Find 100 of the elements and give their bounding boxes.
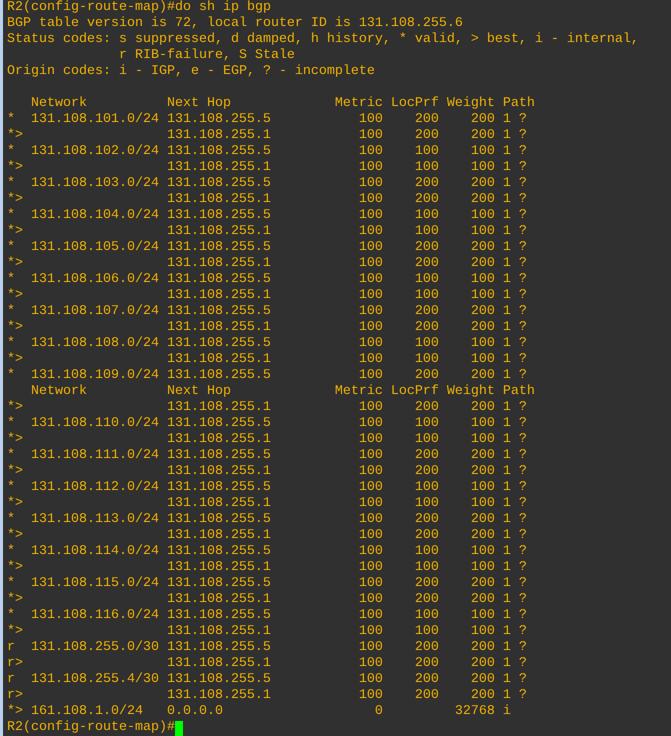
table-cell: 100 [358,496,383,512]
table-cell: 200 [470,656,495,672]
table-cell: 200 [470,672,495,688]
table-cell: 131.108.255.1 [166,528,271,544]
table-cell: 1 ? [502,480,527,496]
table-cell: 131.108.255.5 [166,416,271,432]
table-cell: 100 [470,496,495,512]
table-cell: 131.108.255.5 [166,448,271,464]
output-line: R2(config-route-map)#do sh ip bgp [7,0,271,16]
table-cell: 131.108.108.0/24 [30,336,159,352]
table-cell: 1 ? [502,240,527,256]
table-cell: 100 [414,480,439,496]
table-cell: *> [7,256,23,272]
table-cell: 100 [358,368,383,384]
table-cell: 131.108.105.0/24 [30,240,159,256]
table-cell: 200 [414,176,439,192]
table-cell: *> [7,560,23,576]
column-header: Path [502,384,535,400]
table-cell: 1 ? [502,496,527,512]
table-cell: 1 ? [502,288,527,304]
table-cell: 100 [414,272,439,288]
table-cell: 131.108.255.5 [166,240,271,256]
table-cell: 100 [358,208,383,224]
table-cell: 200 [414,240,439,256]
table-cell: 100 [358,416,383,432]
table-cell: 1 ? [502,656,527,672]
table-cell: 200 [470,512,495,528]
table-cell: 200 [414,528,439,544]
table-cell: r [7,672,15,688]
table-cell: 131.108.255.5 [166,608,271,624]
table-cell: 1 ? [502,576,527,592]
table-cell: 100 [358,464,383,480]
table-cell: *> [7,128,23,144]
table-cell: *> [7,624,23,640]
table-cell: 131.108.104.0/24 [30,208,159,224]
table-cell: 100 [414,224,439,240]
table-cell: 131.108.107.0/24 [30,304,159,320]
table-cell: 131.108.255.5 [166,544,271,560]
table-cell: 131.108.102.0/24 [30,144,159,160]
table-cell: 200 [470,112,495,128]
table-cell: 100 [414,208,439,224]
table-cell: 200 [470,400,495,416]
table-cell: 1 ? [502,128,527,144]
table-cell: 1 ? [502,512,527,528]
table-cell: * [7,240,15,256]
table-cell: 1 ? [502,336,527,352]
table-cell: 131.108.255.5 [166,272,271,288]
table-cell: 131.108.255.1 [166,496,271,512]
table-cell: 200 [414,448,439,464]
table-cell: 100 [470,624,495,640]
table-cell: 100 [358,288,383,304]
table-cell: 200 [470,192,495,208]
table-cell: 200 [414,672,439,688]
table-cell: 100 [358,624,383,640]
table-cell: 200 [470,320,495,336]
table-cell: *> [7,160,23,176]
table-cell: 100 [470,608,495,624]
table-cell: 131.108.255.5 [166,144,271,160]
table-cell: 1 ? [502,144,527,160]
table-cell: *> [7,592,23,608]
table-cell: 100 [358,320,383,336]
table-cell: *> [7,704,23,720]
table-cell: 1 ? [502,592,527,608]
table-cell: 131.108.255.1 [166,688,271,704]
table-cell: 131.108.255.5 [166,640,271,656]
table-cell: 100 [358,128,383,144]
table-cell: 100 [358,576,383,592]
table-cell: 200 [414,112,439,128]
table-cell: 100 [358,640,383,656]
table-cell: *> [7,432,23,448]
table-cell: 0.0.0.0 [166,704,223,720]
table-cell: 100 [358,256,383,272]
table-cell: * [7,336,15,352]
table-cell: 0 [374,704,383,720]
table-cell: 200 [414,304,439,320]
table-cell: 100 [414,496,439,512]
column-header: Next Hop [166,96,231,112]
table-cell: 200 [414,688,439,704]
table-cell: 100 [414,160,439,176]
table-cell: 1 ? [502,448,527,464]
table-cell: *> [7,528,23,544]
table-cell: 100 [358,224,383,240]
table-cell: 1 ? [502,224,527,240]
table-cell: * [7,208,15,224]
table-cell: 100 [358,176,383,192]
table-cell: 100 [358,528,383,544]
column-header: LocPrf [390,384,439,400]
table-cell: 100 [358,192,383,208]
table-cell: 100 [358,160,383,176]
table-cell: 131.108.255.1 [166,192,271,208]
table-cell: 131.108.255.1 [166,464,271,480]
table-cell: 131.108.255.5 [166,112,271,128]
table-cell: 161.108.1.0/24 [30,704,143,720]
table-cell: 131.108.101.0/24 [30,112,159,128]
table-cell: 100 [358,112,383,128]
table-cell: 100 [358,432,383,448]
table-cell: r> [7,656,23,672]
table-cell: 100 [470,144,495,160]
table-cell: 100 [358,656,383,672]
table-cell: 200 [414,256,439,272]
